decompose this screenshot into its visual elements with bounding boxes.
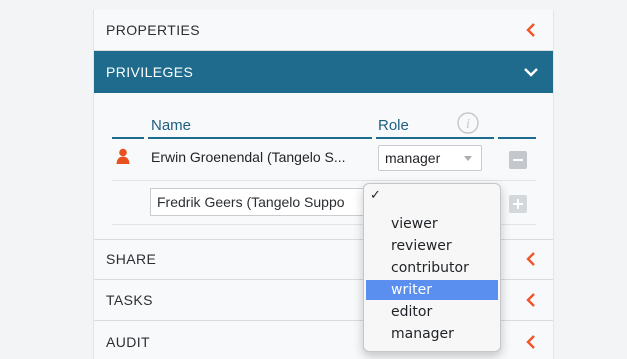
chevron-left-icon[interactable] (523, 22, 539, 38)
caret-down-icon (464, 156, 472, 161)
header-underline (376, 137, 494, 139)
checkmark-icon: ✓ (370, 188, 381, 203)
add-user-button[interactable] (509, 195, 527, 213)
role-option-editor[interactable]: editor (366, 302, 498, 322)
chevron-left-icon[interactable] (523, 292, 539, 308)
role-option-writer[interactable]: writer (366, 280, 498, 300)
section-properties[interactable]: PROPERTIES (94, 10, 553, 51)
remove-user-button[interactable] (509, 151, 527, 169)
svg-text:i: i (466, 117, 470, 132)
chevron-down-icon[interactable] (523, 64, 539, 80)
role-option-contributor[interactable]: contributor (366, 258, 498, 278)
chevron-left-icon[interactable] (523, 334, 539, 350)
section-privileges-label: PRIVILEGES (106, 64, 194, 80)
person-icon (116, 148, 130, 169)
role-option-reviewer[interactable]: reviewer (366, 236, 498, 256)
user-name: Erwin Groenendal (Tangelo S... (151, 149, 346, 165)
section-properties-label: PROPERTIES (106, 22, 200, 38)
section-tasks-label: TASKS (106, 292, 153, 308)
section-privileges[interactable]: PRIVILEGES (94, 51, 553, 93)
column-header-name: Name (151, 117, 192, 134)
role-select-value: manager (385, 150, 441, 166)
header-underline (112, 137, 144, 139)
header-underline (498, 137, 536, 139)
role-option-manager[interactable]: manager (366, 324, 498, 344)
role-dropdown-menu: ✓ viewer reviewer contributor writer edi… (363, 183, 501, 352)
new-user-input[interactable] (150, 188, 366, 216)
section-share-label: SHARE (106, 251, 157, 267)
section-audit-label: AUDIT (106, 333, 150, 350)
column-header-role: Role (378, 117, 409, 134)
header-underline (148, 137, 372, 139)
role-option-viewer[interactable]: viewer (366, 214, 498, 234)
role-select[interactable]: manager (378, 145, 482, 171)
chevron-left-icon[interactable] (523, 251, 539, 267)
info-icon[interactable]: i (457, 112, 479, 139)
row-divider (112, 180, 536, 181)
